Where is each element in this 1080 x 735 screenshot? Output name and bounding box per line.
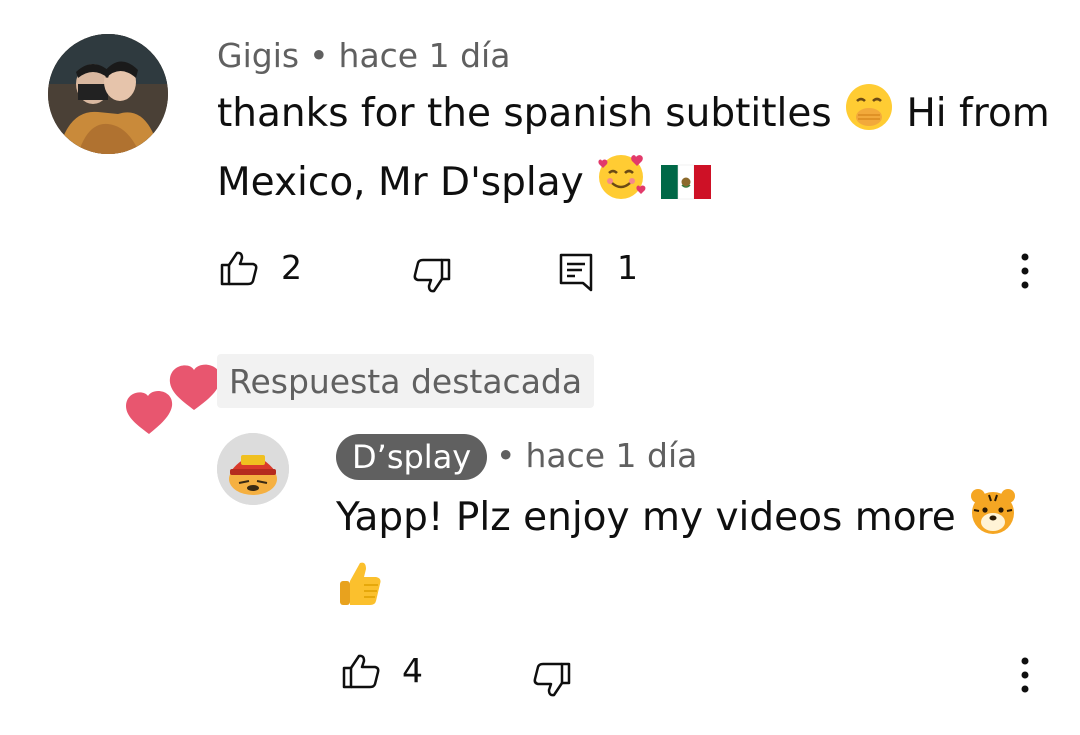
- reply-text-line1: Yapp! Plz enjoy my videos more: [336, 495, 956, 540]
- reply-more-button[interactable]: [1018, 656, 1032, 694]
- channel-author-pill[interactable]: D’splay: [336, 434, 488, 480]
- comment-text-line1: thanks for the spanish subtitles: [217, 91, 832, 136]
- comment-author[interactable]: Gigis: [217, 36, 299, 75]
- comment-text: thanks for the spanish subtitles Hi from…: [217, 82, 1050, 220]
- reply-time[interactable]: hace 1 día: [525, 436, 697, 475]
- thumbs-down-icon: [533, 662, 571, 697]
- comment-text-line1-after: Hi from: [906, 91, 1050, 136]
- tiger-face-emoji: [968, 486, 1018, 555]
- reply-like-count: 4: [402, 651, 423, 690]
- thumbs-up-icon: [220, 251, 258, 286]
- like-button[interactable]: [219, 250, 259, 286]
- reply-icon: [559, 253, 593, 292]
- dislike-button[interactable]: [412, 258, 452, 294]
- mexico-flag-emoji: [660, 158, 711, 220]
- hearts-icon: [124, 362, 224, 436]
- comment-text-line2: Mexico, Mr D'splay: [217, 160, 584, 205]
- more-vert-icon: [1021, 253, 1029, 289]
- smiling-hearts-emoji: [596, 151, 648, 220]
- commenter-avatar[interactable]: [48, 34, 168, 154]
- featured-reply-badge: Respuesta destacada: [217, 354, 595, 408]
- comment-time[interactable]: hace 1 día: [339, 36, 511, 75]
- thumbs-up-emoji: [336, 559, 384, 628]
- tiger-avatar[interactable]: [217, 433, 289, 505]
- reply-button[interactable]: [558, 252, 594, 294]
- more-vert-icon: [1021, 657, 1029, 693]
- meta-separator: •: [309, 36, 329, 75]
- like-count: 2: [281, 248, 302, 287]
- reply-text: Yapp! Plz enjoy my videos more: [336, 486, 1036, 628]
- reply-dislike-button[interactable]: [532, 662, 572, 698]
- thumbs-up-icon: [342, 654, 380, 689]
- reply-count: 1: [617, 248, 638, 287]
- meta-separator: •: [496, 436, 516, 475]
- reply-like-button[interactable]: [341, 653, 381, 689]
- comment-more-button[interactable]: [1018, 252, 1032, 290]
- hand-over-mouth-emoji: [844, 82, 894, 151]
- thumbs-down-icon: [413, 258, 451, 293]
